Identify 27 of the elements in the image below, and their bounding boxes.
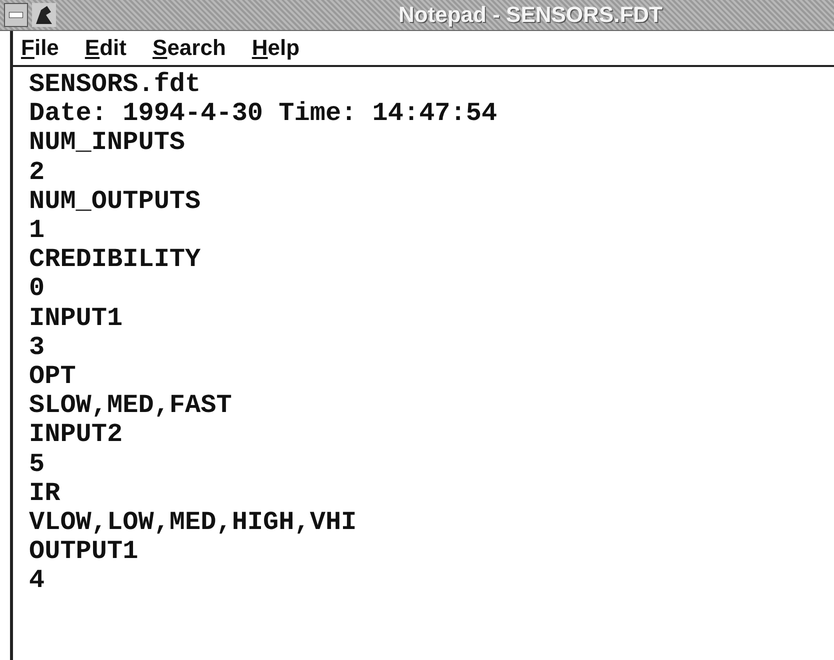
window-menu-button[interactable] — [4, 3, 28, 27]
text-line: VLOW,LOW,MED,HIGH,VHI — [29, 508, 357, 538]
text-line: NUM_OUTPUTS — [29, 186, 201, 216]
app-icon — [31, 2, 57, 28]
text-line: SENSORS.fdt — [29, 70, 201, 100]
text-line: 4 — [29, 566, 45, 596]
text-line: 2 — [29, 158, 45, 187]
text-line: OUTPUT1 — [29, 537, 138, 566]
text-line: 0 — [29, 274, 45, 304]
text-line: OPT — [29, 362, 76, 392]
text-line: 1 — [29, 216, 45, 246]
menu-item[interactable]: Search — [152, 35, 226, 61]
window-title: Notepad - SENSORS.FDT — [397, 2, 664, 28]
text-line: Date: 1994-4-30 Time: 14:47:54 — [29, 99, 498, 128]
text-line: CREDIBILITY — [29, 245, 201, 274]
text-line: 5 — [29, 450, 45, 479]
text-line: SLOW,MED,FAST — [29, 391, 232, 420]
text-line: 3 — [29, 332, 45, 362]
text-area[interactable]: SENSORS.fdt Date: 1994-4-30 Time: 14:47:54 NUM_INPUTS 2 NUM_OUTPUTS 1 CREDIBILITY 0 INPUT1 3 OPT SLOW,MED,FAST INPUT2 5 IR VLOW,LOW,MED,HIGH,VHI OUTPUT1 4 — [13, 67, 834, 660]
text-line: INPUT2 — [29, 420, 123, 450]
text-line: INPUT1 — [29, 304, 123, 333]
menu-item[interactable]: File — [21, 35, 59, 61]
menu-item[interactable]: Edit — [84, 35, 126, 61]
text-line: IR — [29, 478, 60, 508]
dash-icon — [9, 12, 23, 18]
menu-item[interactable]: Help — [252, 35, 300, 61]
text-line: NUM_INPUTS — [29, 128, 186, 158]
